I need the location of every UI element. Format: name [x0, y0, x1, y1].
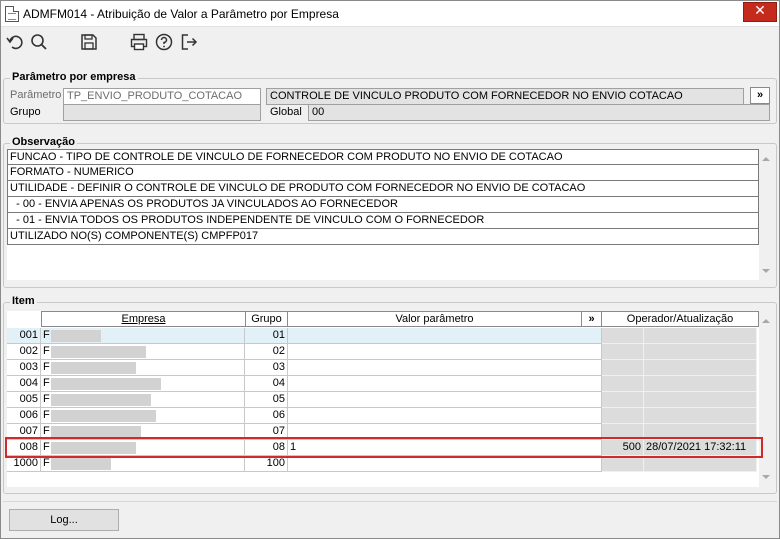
scroll-down-icon[interactable] — [762, 269, 770, 273]
row-grupo: 02 — [245, 344, 288, 360]
item-group-title: Item — [10, 295, 37, 307]
row-empresa-code: 1000 — [7, 456, 41, 472]
row-empresa-code: 004 — [7, 376, 41, 392]
row-grupo: 03 — [245, 360, 288, 376]
observacao-line: - 00 - ENVIA APENAS OS PRODUTOS JA VINCU… — [7, 197, 759, 213]
row-empresa-code: 001 — [7, 328, 41, 344]
highlighted-row-marker — [5, 437, 763, 458]
save-icon[interactable] — [79, 32, 99, 52]
scroll-down-icon[interactable] — [762, 475, 770, 479]
row-operador — [602, 456, 644, 472]
row-atualizacao — [644, 376, 757, 392]
scroll-up-icon[interactable] — [762, 157, 770, 161]
header-valor[interactable]: Valor parâmetro — [287, 311, 582, 327]
scroll-up-icon[interactable] — [762, 319, 770, 323]
parametro-description-field: CONTROLE DE VINCULO PRODUTO COM FORNECED… — [266, 88, 744, 105]
window-title: ADMFM014 - Atribuição de Valor a Parâmet… — [23, 7, 339, 21]
observacao-line: FUNCAO - TIPO DE CONTROLE DE VINCULO DE … — [7, 149, 759, 165]
row-atualizacao — [644, 456, 757, 472]
observacao-scrollbar[interactable] — [759, 149, 774, 280]
row-valor[interactable] — [288, 392, 602, 408]
row-atualizacao — [644, 360, 757, 376]
observacao-line: UTILIZADO NO(S) COMPONENTE(S) CMPFP017 — [7, 229, 759, 245]
row-grupo: 06 — [245, 408, 288, 424]
redacted-name — [51, 394, 151, 406]
row-operador — [602, 328, 644, 344]
redacted-name — [51, 362, 136, 374]
row-atualizacao — [644, 408, 757, 424]
document-icon — [5, 6, 19, 22]
row-valor[interactable] — [288, 360, 602, 376]
header-grupo[interactable]: Grupo — [245, 311, 288, 327]
redacted-name — [51, 458, 111, 470]
row-operador — [602, 376, 644, 392]
row-grupo: 100 — [245, 456, 288, 472]
row-operador — [602, 344, 644, 360]
title-bar: ADMFM014 - Atribuição de Valor a Parâmet… — [1, 1, 779, 27]
observacao-list: FUNCAO - TIPO DE CONTROLE DE VINCULO DE … — [7, 149, 759, 245]
undo-icon[interactable] — [5, 32, 25, 52]
row-valor[interactable] — [288, 376, 602, 392]
parametro-field[interactable]: TP_ENVIO_PRODUTO_COTACAO — [63, 88, 261, 105]
row-operador — [602, 360, 644, 376]
row-empresa-code: 003 — [7, 360, 41, 376]
redacted-name — [51, 330, 101, 342]
row-empresa-code: 005 — [7, 392, 41, 408]
redacted-name — [51, 378, 161, 390]
exit-icon[interactable] — [179, 32, 199, 52]
redacted-name — [51, 410, 156, 422]
toolbar — [1, 28, 779, 58]
parametro-group-title: Parâmetro por empresa — [10, 71, 138, 83]
global-label: Global — [270, 106, 302, 118]
row-valor[interactable] — [288, 456, 602, 472]
observacao-line: FORMATO - NUMERICO — [7, 165, 759, 181]
row-atualizacao — [644, 392, 757, 408]
observacao-group-title: Observação — [10, 136, 77, 148]
parametro-label: Parâmetro — [10, 89, 62, 101]
header-more-button[interactable]: » — [581, 311, 602, 327]
header-empresa[interactable]: Empresa — [41, 311, 246, 327]
row-operador — [602, 392, 644, 408]
close-button[interactable]: ✕ — [743, 2, 777, 22]
app-window: ADMFM014 - Atribuição de Valor a Parâmet… — [0, 0, 780, 539]
observacao-line: - 01 - ENVIA TODOS OS PRODUTOS INDEPENDE… — [7, 213, 759, 229]
search-icon[interactable] — [29, 32, 49, 52]
row-grupo: 04 — [245, 376, 288, 392]
divider — [3, 501, 777, 502]
row-empresa-code: 002 — [7, 344, 41, 360]
print-icon[interactable] — [129, 32, 149, 52]
row-valor[interactable] — [288, 328, 602, 344]
help-icon[interactable] — [154, 32, 174, 52]
grupo-label: Grupo — [10, 106, 41, 118]
row-valor[interactable] — [288, 408, 602, 424]
row-grupo: 01 — [245, 328, 288, 344]
log-button[interactable]: Log... — [9, 509, 119, 531]
row-atualizacao — [644, 344, 757, 360]
observacao-line: UTILIDADE - DEFINIR O CONTROLE DE VINCUL… — [7, 181, 759, 197]
row-operador — [602, 408, 644, 424]
item-scrollbar[interactable] — [759, 311, 774, 487]
row-grupo: 05 — [245, 392, 288, 408]
redacted-name — [51, 346, 146, 358]
row-empresa-code: 006 — [7, 408, 41, 424]
header-operador[interactable]: Operador/Atualização — [601, 311, 759, 327]
grupo-field — [63, 104, 261, 121]
row-valor[interactable] — [288, 344, 602, 360]
row-atualizacao — [644, 328, 757, 344]
parametro-more-button[interactable]: » — [750, 87, 770, 104]
global-field: 00 — [308, 104, 770, 121]
